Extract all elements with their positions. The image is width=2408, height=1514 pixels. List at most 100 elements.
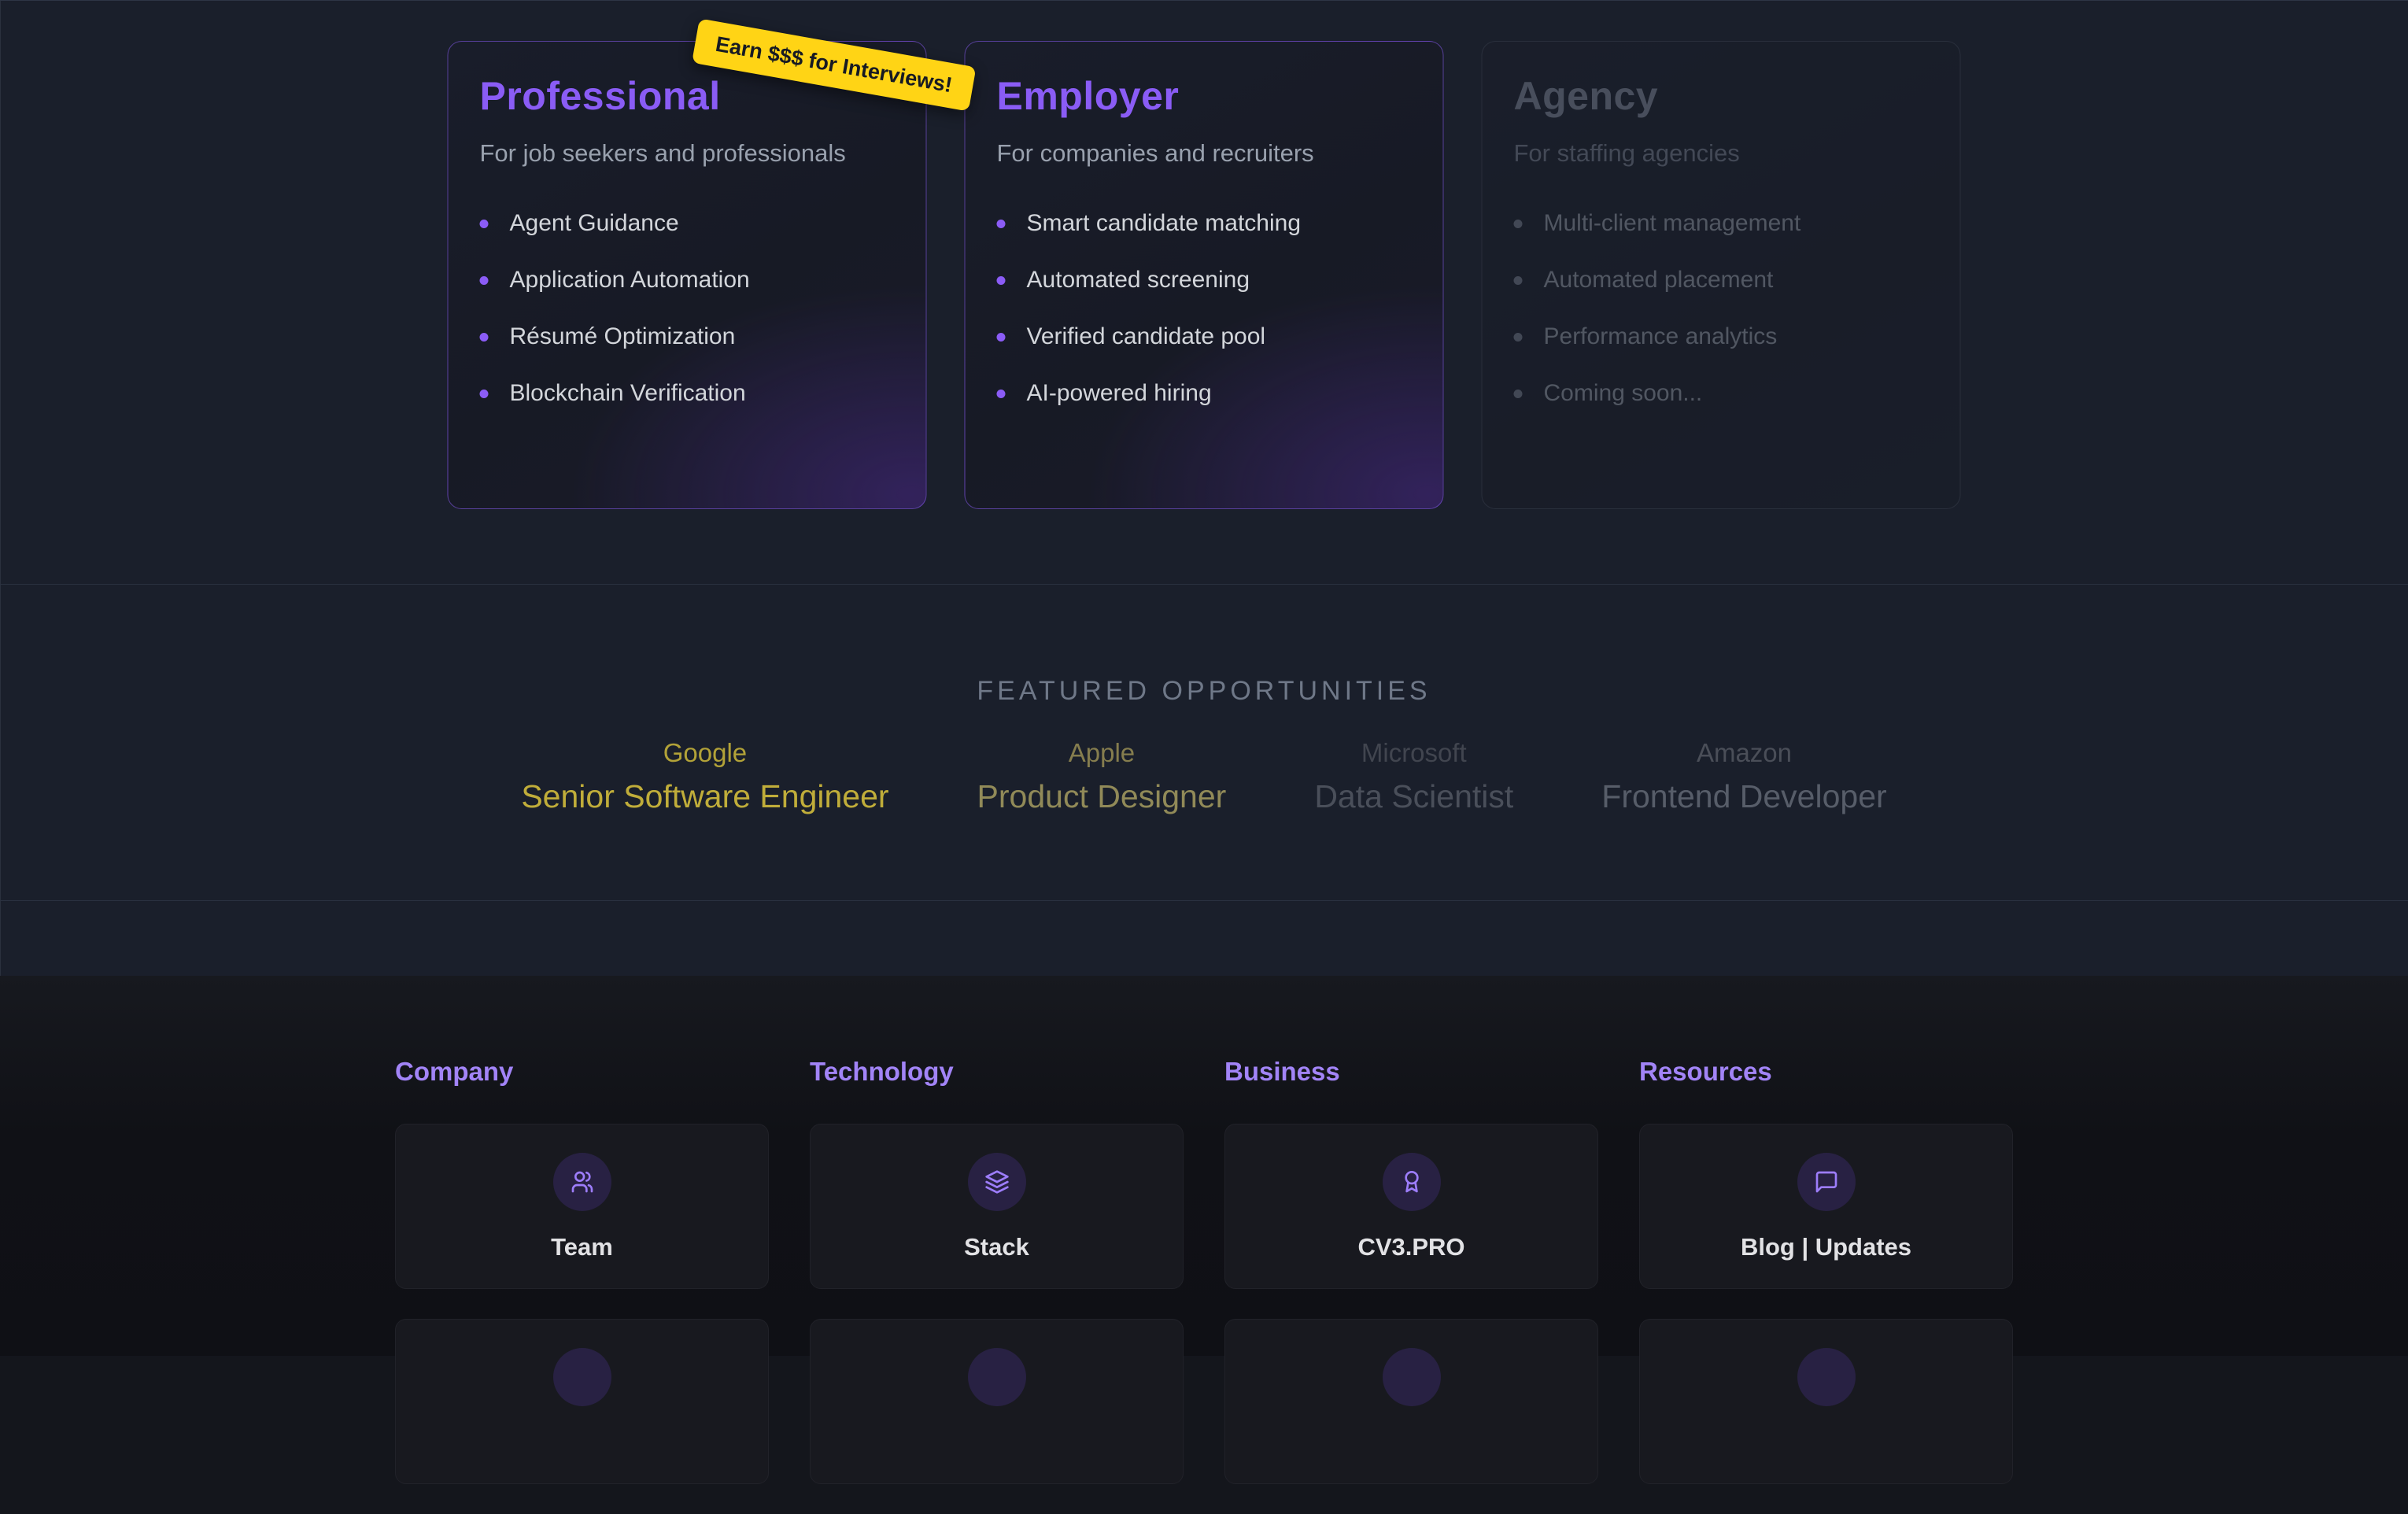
plan-feature-label: Automated placement [1544, 268, 1774, 292]
bullet-dot-icon [1514, 390, 1523, 398]
footer-link-card-partial[interactable] [395, 1319, 769, 1484]
left-edge-divider [0, 1, 1, 977]
plan-card[interactable]: Employer For companies and recruiters Sm… [965, 41, 1444, 509]
footer-card-icon-circle [1383, 1348, 1441, 1406]
plan-feature-label: Application Automation [510, 268, 750, 292]
footer-column-heading: Business [1224, 1058, 1598, 1086]
plan-feature-item: Multi-client management [1514, 212, 1929, 235]
bullet-dot-icon [997, 390, 1006, 398]
footer-card-label: Team [396, 1233, 768, 1261]
plan-feature-item: Smart candidate matching [997, 212, 1412, 235]
plan-subtitle: For staffing agencies [1514, 139, 1929, 168]
footer: Company Team Technology Stack Business C… [0, 976, 2408, 1356]
plan-feature-item: Blockchain Verification [480, 382, 895, 405]
users-icon [570, 1169, 595, 1195]
job-role: Data Scientist [1314, 777, 1513, 816]
plans-row: Professional For job seekers and profess… [448, 41, 1961, 509]
footer-link-card[interactable]: Team [395, 1124, 769, 1289]
plan-feature-label: Automated screening [1027, 268, 1250, 292]
footer-card-label: Blog | Updates [1640, 1233, 2012, 1261]
featured-jobs-carousel: Google Senior Software Engineer Apple Pr… [0, 737, 2408, 816]
job-company: Microsoft [1314, 737, 1513, 769]
plan-feature-item: Automated screening [997, 268, 1412, 292]
footer-column: Resources Blog | Updates [1639, 1058, 2013, 1514]
footer-column-heading: Company [395, 1058, 769, 1086]
plan-card: Agency For staffing agencies Multi-clien… [1482, 41, 1961, 509]
footer-link-card[interactable]: Blog | Updates [1639, 1124, 2013, 1289]
layers-icon [984, 1169, 1010, 1195]
plan-feature-list: Multi-client management Automated placem… [1514, 212, 1929, 405]
job-company: Google [521, 737, 888, 769]
plan-feature-list: Agent Guidance Application Automation Ré… [480, 212, 895, 405]
section-divider [0, 900, 2408, 901]
job-role: Frontend Developer [1601, 777, 1886, 816]
footer-link-card-partial[interactable] [1639, 1319, 2013, 1484]
plan-feature-label: AI-powered hiring [1027, 382, 1212, 405]
plan-feature-item: Performance analytics [1514, 325, 1929, 349]
plan-feature-label: Multi-client management [1544, 212, 1801, 235]
job-role: Product Designer [977, 777, 1227, 816]
footer-column-heading: Technology [810, 1058, 1184, 1086]
plan-feature-item: Résumé Optimization [480, 325, 895, 349]
footer-card-label: Stack [811, 1233, 1183, 1261]
plan-subtitle: For companies and recruiters [997, 139, 1412, 168]
bullet-dot-icon [997, 276, 1006, 285]
bullet-dot-icon [1514, 333, 1523, 342]
plan-feature-item: Coming soon... [1514, 382, 1929, 405]
footer-card-icon-circle [553, 1348, 611, 1406]
footer-link-card-partial[interactable] [1224, 1319, 1598, 1484]
footer-card-icon-circle [1797, 1153, 1856, 1211]
plan-feature-item: Application Automation [480, 268, 895, 292]
footer-card-label: CV3.PRO [1225, 1233, 1597, 1261]
plan-title: Employer [997, 73, 1412, 119]
footer-column: Company Team [395, 1058, 769, 1514]
bullet-dot-icon [480, 390, 489, 398]
footer-link-card[interactable]: CV3.PRO [1224, 1124, 1598, 1289]
plan-feature-list: Smart candidate matching Automated scree… [997, 212, 1412, 405]
job-role: Senior Software Engineer [521, 777, 888, 816]
footer-grid: Company Team Technology Stack Business C… [395, 1058, 2013, 1514]
plan-feature-label: Smart candidate matching [1027, 212, 1302, 235]
bullet-dot-icon [480, 333, 489, 342]
job-company: Amazon [1601, 737, 1886, 769]
plan-feature-label: Coming soon... [1544, 382, 1703, 405]
plan-title: Agency [1514, 73, 1929, 119]
section-divider [0, 584, 2408, 585]
footer-column: Technology Stack [810, 1058, 1184, 1514]
footer-card-icon-circle [1383, 1153, 1441, 1211]
featured-job-item[interactable]: Apple Product Designer [977, 737, 1227, 816]
plan-subtitle: For job seekers and professionals [480, 139, 895, 168]
bullet-dot-icon [480, 276, 489, 285]
footer-card-icon-circle [968, 1153, 1026, 1211]
footer-link-card[interactable]: Stack [810, 1124, 1184, 1289]
footer-link-card-partial[interactable] [810, 1319, 1184, 1484]
plan-feature-item: Agent Guidance [480, 212, 895, 235]
bullet-dot-icon [1514, 220, 1523, 228]
bullet-dot-icon [997, 220, 1006, 228]
plan-feature-label: Agent Guidance [510, 212, 679, 235]
bullet-dot-icon [997, 333, 1006, 342]
featured-job-item[interactable]: Amazon Frontend Developer [1601, 737, 1886, 816]
main-content-area: Professional For job seekers and profess… [0, 0, 2408, 976]
footer-column: Business CV3.PRO [1224, 1058, 1598, 1514]
footer-column-heading: Resources [1639, 1058, 2013, 1086]
bullet-dot-icon [480, 220, 489, 228]
plan-feature-item: Automated placement [1514, 268, 1929, 292]
plan-card[interactable]: Professional For job seekers and profess… [448, 41, 927, 509]
plan-feature-item: Verified candidate pool [997, 325, 1412, 349]
plan-feature-label: Blockchain Verification [510, 382, 746, 405]
footer-card-icon-circle [968, 1348, 1026, 1406]
message-icon [1814, 1169, 1839, 1195]
bullet-dot-icon [1514, 276, 1523, 285]
plan-feature-item: AI-powered hiring [997, 382, 1412, 405]
plan-feature-label: Résumé Optimization [510, 325, 736, 349]
plan-feature-label: Verified candidate pool [1027, 325, 1266, 349]
footer-card-icon-circle [1797, 1348, 1856, 1406]
footer-card-icon-circle [553, 1153, 611, 1211]
plan-feature-label: Performance analytics [1544, 325, 1778, 349]
featured-job-item[interactable]: Google Senior Software Engineer [521, 737, 888, 816]
featured-job-item[interactable]: Microsoft Data Scientist [1314, 737, 1513, 816]
job-company: Apple [977, 737, 1227, 769]
award-icon [1399, 1169, 1424, 1195]
featured-opportunities-title: FEATURED OPPORTUNITIES [0, 676, 2408, 707]
